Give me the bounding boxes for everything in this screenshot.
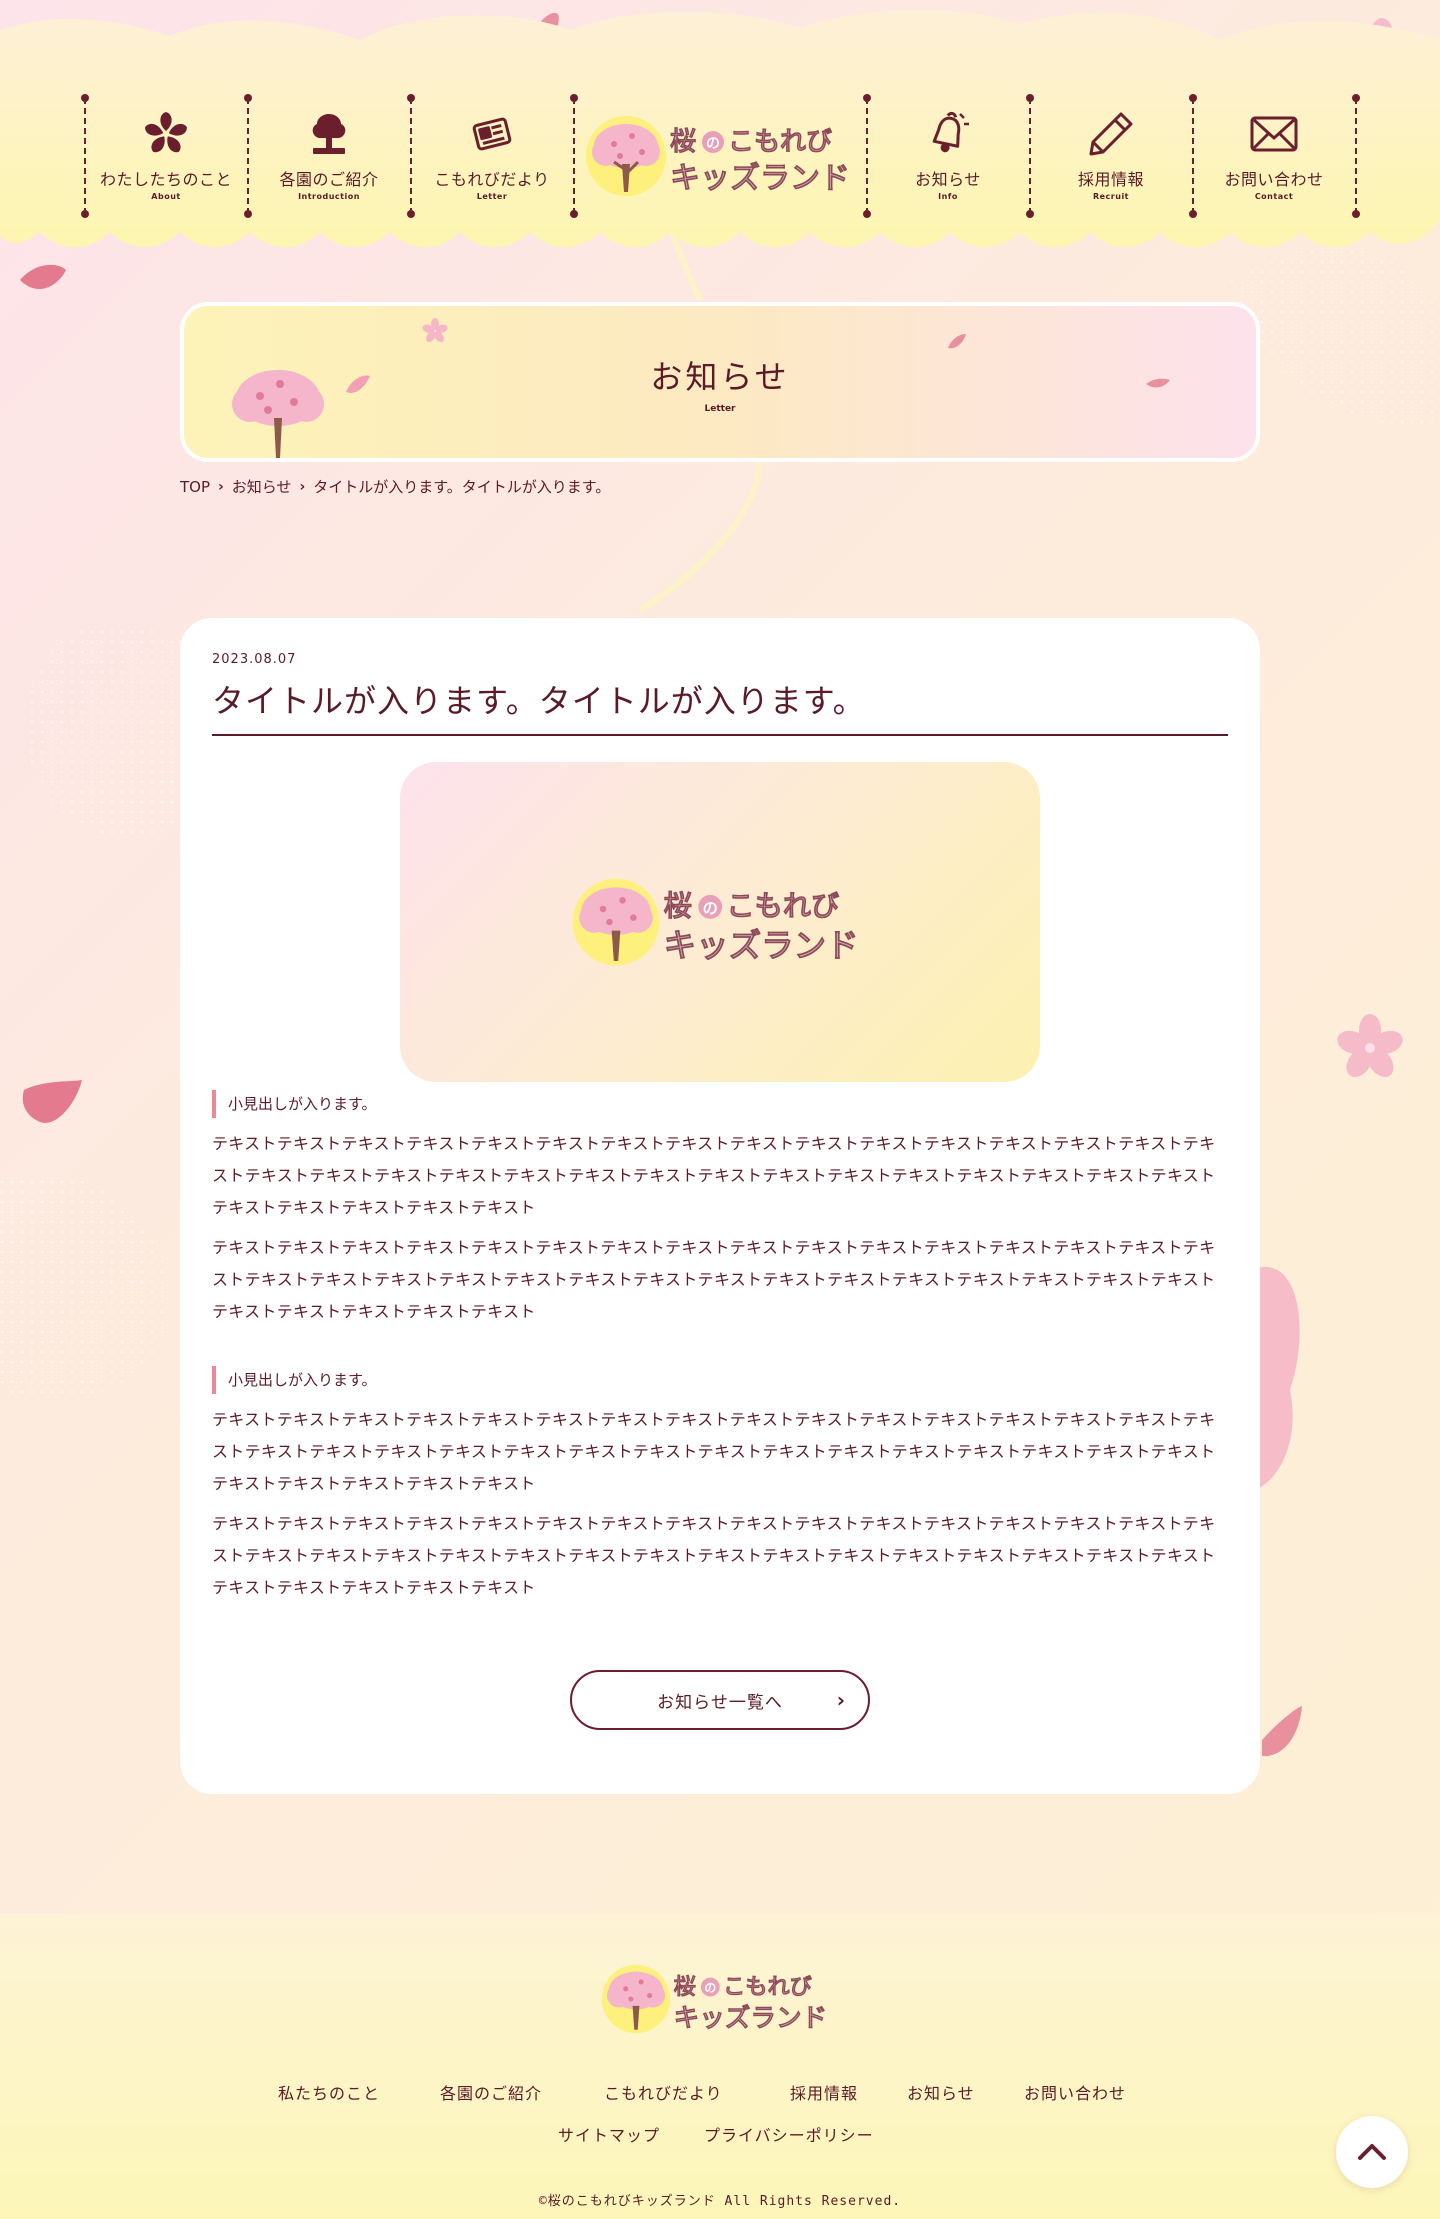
logo-text-komorebi: こもれび [727, 890, 840, 923]
breadcrumb-current: タイトルが入ります。タイトルが入ります。 [313, 478, 611, 496]
logo-text-komorebi: こもれび [723, 1974, 813, 2000]
nav-item-contact[interactable]: お問い合わせ Contact [1194, 106, 1354, 206]
pencil-icon [1083, 106, 1139, 162]
back-to-list-button[interactable]: お知らせ一覧へ › [570, 1670, 870, 1730]
scroll-to-top-button[interactable] [1336, 2116, 1408, 2188]
back-to-list-label: お知らせ一覧へ [657, 1692, 783, 1713]
breadcrumb-home-link[interactable]: TOP [180, 478, 210, 496]
chevron-right-icon: › [836, 1688, 846, 1712]
nav-sublabel: Info [938, 192, 958, 201]
nav-label: こもれびだより [434, 170, 550, 189]
nav-label: 採用情報 [1077, 170, 1144, 189]
nav-item-info[interactable]: お知らせ Info [868, 106, 1028, 206]
tree-icon [301, 106, 357, 162]
paragraph: テキストテキストテキストテキストテキストテキストテキストテキストテキストテキスト… [212, 1514, 1216, 1597]
logo-text-no: の [704, 1981, 716, 1995]
paragraph: テキストテキストテキストテキストテキストテキストテキストテキストテキストテキスト… [212, 1134, 1216, 1217]
article-title: タイトルが入ります。タイトルが入ります。 [212, 676, 1228, 736]
page-title-banner: お知らせ Letter [180, 302, 1260, 462]
breadcrumb: TOP › お知らせ › タイトルが入ります。タイトルが入ります。 [180, 476, 610, 497]
page-subtitle: Letter [704, 404, 736, 414]
petal-icon [948, 334, 966, 349]
footer-link-introduction[interactable]: 各園のご紹介 [440, 2080, 542, 2104]
nav-sublabel: About [151, 192, 181, 201]
footer: 桜 の こもれび キッズランド 私たちのこと 各園のご紹介 こもれびだより 採用… [0, 1914, 1440, 2219]
paragraph: テキストテキストテキストテキストテキストテキストテキストテキストテキストテキスト… [212, 1238, 1216, 1321]
paragraph: テキストテキストテキストテキストテキストテキストテキストテキストテキストテキスト… [212, 1410, 1216, 1493]
copyright: ©桜のこもれびキッズランド All Rights Reserved. [538, 2194, 902, 2209]
sakura-flower-icon [138, 106, 194, 162]
logo-text-komorebi: こもれび [728, 127, 832, 157]
nav-label: お知らせ [915, 170, 981, 189]
logo-text-sakura: 桜 [674, 1974, 696, 2000]
nav-label: 各園のご紹介 [279, 170, 379, 189]
sakura-blossom-icon [422, 318, 448, 343]
page: わたしたちのこと About 各園のご紹介 Introduction こもれびだ… [0, 0, 1440, 2219]
footer-link-recruit[interactable]: 採用情報 [790, 2080, 858, 2104]
nav-sublabel: Contact [1254, 192, 1294, 201]
logo-text-sakura: 桜 [664, 890, 692, 923]
nav-sublabel: Introduction [298, 192, 360, 201]
nav-sublabel: Recruit [1092, 192, 1130, 201]
nav-label: わたしたちのこと [99, 170, 232, 189]
envelope-icon [1246, 106, 1302, 162]
page-title: お知らせ [650, 358, 790, 396]
nav-item-introduction[interactable]: 各園のご紹介 Introduction [249, 106, 409, 206]
article-date: 2023.08.07 [212, 652, 297, 667]
logo-text-no: の [703, 899, 718, 917]
chevron-up-icon [1358, 2144, 1386, 2160]
chevron-right-icon: › [218, 478, 224, 495]
footer-link-privacy[interactable]: プライバシーポリシー [704, 2122, 874, 2146]
placeholder-logo: 桜 の こもれび キッズランド [572, 878, 859, 966]
site-logo[interactable]: 桜 の こもれび キッズランド [584, 108, 860, 204]
nav-item-recruit[interactable]: 採用情報 Recruit [1031, 106, 1191, 206]
breadcrumb-section-link[interactable]: お知らせ [232, 476, 292, 497]
article-section: 小見出しが入ります。 テキストテキストテキストテキストテキストテキストテキストテ… [212, 1090, 1228, 1336]
bell-icon [920, 106, 976, 162]
global-nav: わたしたちのこと About 各園のご紹介 Introduction こもれびだ… [81, 94, 1360, 218]
footer-link-letter[interactable]: こもれびだより [604, 2080, 723, 2104]
petal-icon [1262, 1706, 1302, 1757]
footer-link-about[interactable]: 私たちのこと [278, 2080, 380, 2104]
article-section: 小見出しが入ります。 テキストテキストテキストテキストテキストテキストテキストテ… [212, 1366, 1228, 1612]
petal-icon [22, 1080, 82, 1123]
section-heading: 小見出しが入ります。 [212, 1090, 1228, 1118]
nav-divider [570, 94, 578, 218]
newspaper-icon [464, 106, 520, 162]
logo-text-kidsland: キッズランド [674, 2002, 828, 2033]
logo-text-kidsland: キッズランド [670, 161, 850, 196]
nav-label: お問い合わせ [1224, 170, 1324, 189]
footer-link-sitemap[interactable]: サイトマップ [558, 2122, 660, 2146]
sakura-blossom-icon [1337, 1014, 1403, 1078]
nav-sublabel: Letter [476, 192, 508, 201]
nav-item-about[interactable]: わたしたちのこと About [86, 106, 246, 206]
logo-text-sakura: 桜 [670, 127, 696, 157]
logo-text-no: の [706, 136, 720, 152]
nav-item-letter[interactable]: こもれびだより Letter [412, 106, 572, 206]
nav-divider [1352, 94, 1360, 218]
footer-link-info[interactable]: お知らせ [907, 2080, 975, 2104]
footer-logo[interactable]: 桜 の こもれび キッズランド [600, 1958, 836, 2040]
chevron-right-icon: › [299, 478, 306, 495]
section-heading: 小見出しが入ります。 [212, 1366, 1228, 1394]
footer-link-contact[interactable]: お問い合わせ [1024, 2080, 1126, 2104]
logo-text-kidsland: キッズランド [664, 927, 859, 965]
article-card: 2023.08.07 タイトルが入ります。タイトルが入ります。 桜 の こもれび… [180, 618, 1260, 1794]
article-image: 桜 の こもれび キッズランド [400, 762, 1040, 1082]
